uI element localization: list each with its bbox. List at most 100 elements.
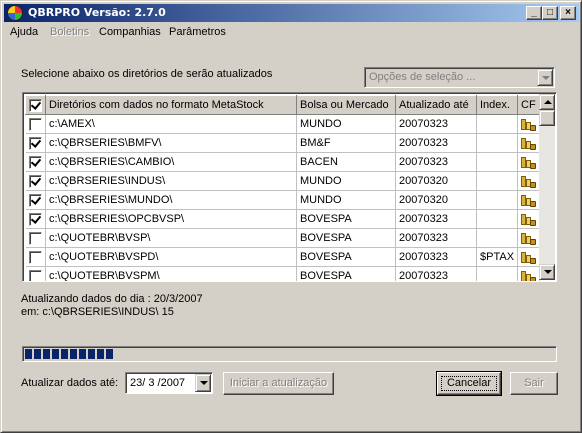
- progress-block: [34, 349, 41, 359]
- row-checkbox[interactable]: [28, 250, 42, 264]
- row-cf-cell[interactable]: [517, 190, 541, 210]
- row-checkbox[interactable]: [28, 155, 42, 169]
- row-market: MUNDO: [296, 190, 396, 210]
- column-header-updated[interactable]: Atualizado até: [395, 95, 477, 115]
- progress-block: [97, 349, 104, 359]
- menu-boletins[interactable]: Boletins: [50, 26, 89, 38]
- main-window: QBRPRO Versão: 2.7.0 _ □ × Ajuda Boletin…: [0, 0, 582, 433]
- row-cf-cell[interactable]: [517, 209, 541, 229]
- maximize-button[interactable]: □: [542, 6, 558, 20]
- cancel-button[interactable]: Cancelar: [436, 371, 502, 396]
- scroll-thumb[interactable]: [539, 110, 555, 126]
- row-cf-cell[interactable]: [517, 133, 541, 153]
- cf-chart-icon[interactable]: [520, 117, 537, 132]
- table-row[interactable]: c:\QUOTEBR\BVSP\ BOVESPA 20070323: [25, 228, 541, 248]
- exit-button[interactable]: Sair: [510, 372, 558, 395]
- update-until-label: Atualizar dados até:: [21, 377, 119, 389]
- cf-chart-icon[interactable]: [520, 174, 537, 189]
- arrow-up-icon: [544, 100, 552, 104]
- row-updated: 20070320: [395, 171, 477, 191]
- table-body: c:\AMEX\ MUNDO 20070323 c:\QBRSERIES\BMFV\ B…: [25, 114, 541, 281]
- row-directory: c:\QBRSERIES\MUNDO\: [45, 190, 297, 210]
- table-row[interactable]: c:\QUOTEBR\BVSPD\ BOVESPA 20070323 $PTAX: [25, 247, 541, 267]
- row-updated: 20070323: [395, 114, 477, 134]
- row-checkbox[interactable]: [28, 269, 42, 281]
- start-update-button[interactable]: Iniciar a atualização: [223, 372, 334, 395]
- select-all-checkbox[interactable]: [29, 98, 42, 112]
- row-checkbox[interactable]: [28, 174, 42, 188]
- table-row[interactable]: c:\QBRSERIES\BMFV\ BM&F 20070323: [25, 133, 541, 153]
- grid-vertical-scrollbar[interactable]: [539, 94, 555, 280]
- row-index: [476, 190, 519, 210]
- progress-block: [106, 349, 113, 359]
- menu-parametros[interactable]: Parâmetros: [169, 26, 226, 38]
- column-header-cf[interactable]: CF: [517, 95, 541, 115]
- row-index: [476, 133, 519, 153]
- table-row[interactable]: c:\QBRSERIES\OPCBVSP\ BOVESPA 20070323: [25, 209, 541, 229]
- row-checkbox-cell[interactable]: [25, 247, 46, 267]
- row-directory: c:\QUOTEBR\BVSP\: [45, 228, 297, 248]
- cf-chart-icon[interactable]: [520, 250, 537, 265]
- row-checkbox-cell[interactable]: [25, 209, 46, 229]
- directories-grid: Diretórios com dados no formato MetaStoc…: [22, 92, 557, 282]
- scroll-down-button[interactable]: [539, 264, 555, 280]
- column-header-directory[interactable]: Diretórios com dados no formato MetaStoc…: [45, 95, 297, 115]
- scroll-up-button[interactable]: [539, 94, 555, 110]
- row-cf-cell[interactable]: [517, 247, 541, 267]
- close-button[interactable]: ×: [560, 6, 576, 20]
- table-row[interactable]: c:\QBRSERIES\MUNDO\ MUNDO 20070320: [25, 190, 541, 210]
- update-date-picker[interactable]: 23/ 3 /2007: [125, 372, 213, 394]
- row-checkbox-cell[interactable]: [25, 114, 46, 134]
- row-cf-cell[interactable]: [517, 171, 541, 191]
- row-checkbox-cell[interactable]: [25, 152, 46, 172]
- row-checkbox-cell[interactable]: [25, 133, 46, 153]
- menu-ajuda[interactable]: Ajuda: [10, 26, 38, 38]
- row-index: [476, 114, 519, 134]
- row-cf-cell[interactable]: [517, 266, 541, 281]
- selection-options-dropdown[interactable]: Opções de seleção ...: [364, 67, 555, 88]
- cf-chart-icon[interactable]: [520, 193, 537, 208]
- select-all-header[interactable]: [25, 95, 46, 115]
- title-bar[interactable]: QBRPRO Versão: 2.7.0 _ □ ×: [4, 4, 579, 22]
- row-checkbox[interactable]: [28, 193, 42, 207]
- row-checkbox[interactable]: [28, 212, 42, 226]
- menu-companhias[interactable]: Companhias: [99, 26, 161, 38]
- row-checkbox-cell[interactable]: [25, 171, 46, 191]
- window-title: QBRPRO Versão: 2.7.0: [28, 6, 166, 19]
- arrow-down-icon: [544, 270, 552, 274]
- table-row[interactable]: c:\QUOTEBR\BVSPM\ BOVESPA 20070323: [25, 266, 541, 281]
- selection-options-arrow-button[interactable]: [537, 69, 553, 86]
- minimize-button[interactable]: _: [526, 6, 542, 20]
- status-line-directory: em: c:\QBRSERIES\INDUS\ 15: [21, 306, 174, 318]
- row-cf-cell[interactable]: [517, 228, 541, 248]
- date-picker-button[interactable]: [195, 374, 211, 392]
- cf-chart-icon[interactable]: [520, 231, 537, 246]
- focus-rectangle: [441, 376, 497, 391]
- row-market: BM&F: [296, 133, 396, 153]
- row-cf-cell[interactable]: [517, 114, 541, 134]
- selection-options-placeholder: Opções de seleção ...: [369, 71, 476, 83]
- cf-chart-icon[interactable]: [520, 136, 537, 151]
- cf-chart-icon[interactable]: [520, 269, 537, 281]
- table-row[interactable]: c:\QBRSERIES\INDUS\ MUNDO 20070320: [25, 171, 541, 191]
- row-market: BOVESPA: [296, 209, 396, 229]
- row-directory: c:\QUOTEBR\BVSPM\: [45, 266, 297, 281]
- column-header-market[interactable]: Bolsa ou Mercado: [296, 95, 396, 115]
- row-checkbox-cell[interactable]: [25, 228, 46, 248]
- column-header-index[interactable]: Index.: [475, 95, 519, 115]
- row-index: [476, 209, 519, 229]
- chevron-down-icon: [542, 76, 550, 80]
- row-checkbox[interactable]: [28, 136, 42, 150]
- row-checkbox-cell[interactable]: [25, 190, 46, 210]
- row-cf-cell[interactable]: [517, 152, 541, 172]
- table-row[interactable]: c:\AMEX\ MUNDO 20070323: [25, 114, 541, 134]
- app-globe-icon: [7, 5, 23, 21]
- cf-chart-icon[interactable]: [520, 155, 537, 170]
- row-checkbox[interactable]: [28, 117, 42, 131]
- cf-chart-icon[interactable]: [520, 212, 537, 227]
- table-row[interactable]: c:\QBRSERIES\CAMBIO\ BACEN 20070323: [25, 152, 541, 172]
- chevron-down-icon: [200, 381, 208, 385]
- row-updated: 20070323: [395, 152, 477, 172]
- row-checkbox[interactable]: [28, 231, 42, 245]
- row-checkbox-cell[interactable]: [25, 266, 46, 281]
